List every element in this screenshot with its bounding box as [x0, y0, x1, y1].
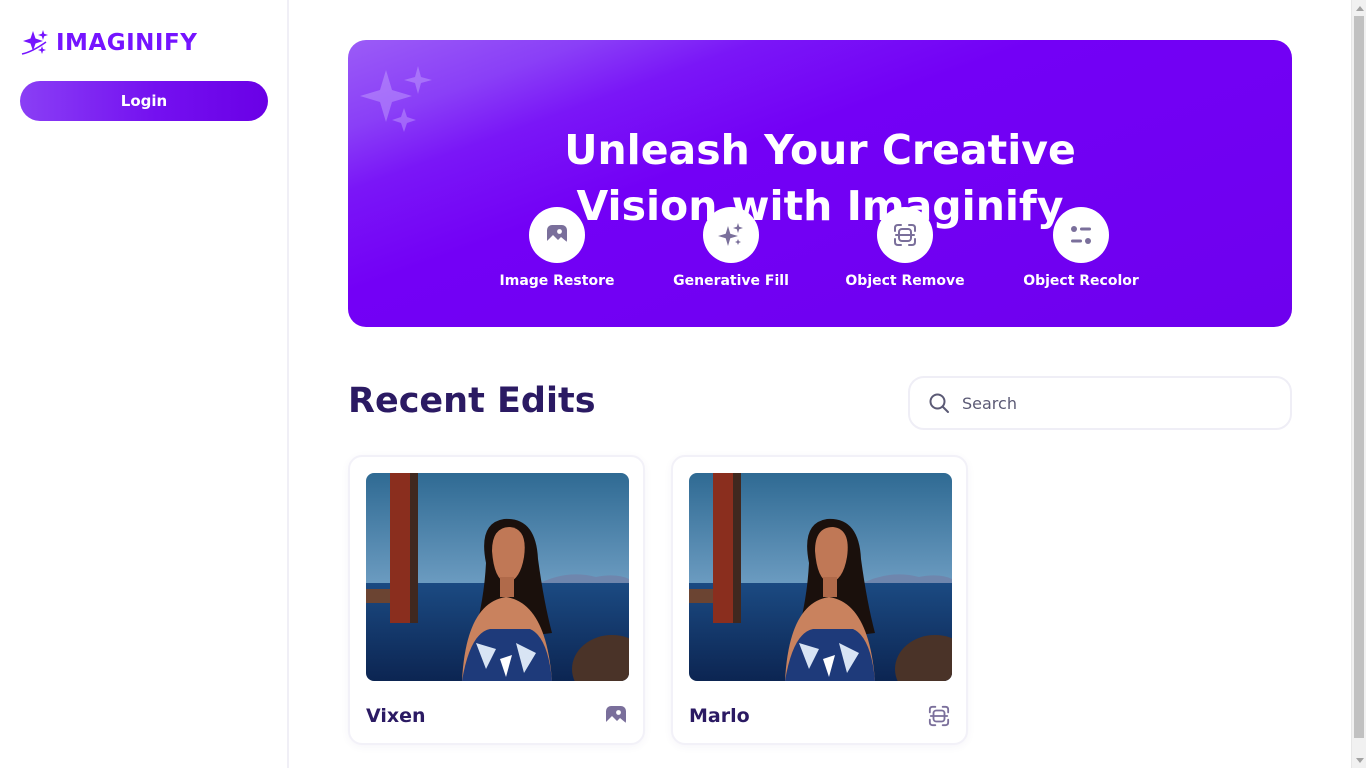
hero-title-line-1: Unleash Your Creative	[564, 126, 1076, 174]
card-thumbnail[interactable]	[366, 473, 629, 681]
image-icon	[606, 706, 626, 726]
feature-object-remove-label: Object Remove	[845, 273, 965, 289]
scroll-down-arrow-icon[interactable]	[1352, 753, 1366, 768]
feature-object-remove-circle	[877, 207, 933, 263]
login-button[interactable]: Login	[20, 81, 268, 121]
page-scrollbar[interactable]	[1351, 0, 1366, 768]
feature-object-recolor-label: Object Recolor	[1023, 273, 1139, 289]
card-thumbnail[interactable]	[689, 473, 952, 681]
sparkles-icon	[718, 223, 743, 246]
hero-banner: Unleash Your Creative Vision with Imagin…	[348, 40, 1292, 327]
feature-generative-fill-label: Generative Fill	[673, 273, 789, 289]
scrollbar-thumb[interactable]	[1354, 16, 1364, 738]
feature-generative-fill-circle	[703, 207, 759, 263]
edit-card-marlo[interactable]: Marlo	[671, 455, 968, 745]
logo-text: IMAGINIFY	[56, 30, 198, 56]
card-title: Marlo	[689, 705, 750, 727]
search-input[interactable]	[962, 393, 1262, 413]
edit-card-vixen[interactable]: Vixen	[348, 455, 645, 745]
card-title: Vixen	[366, 705, 426, 727]
portrait-photo	[366, 473, 629, 681]
logo-sparkles-icon	[21, 30, 48, 55]
app-root: IMAGINIFY Login Unleash Your Creative Vi…	[0, 0, 1366, 768]
feature-object-recolor-circle	[1053, 207, 1109, 263]
search-box[interactable]	[908, 376, 1292, 430]
feature-image-restore[interactable]: Image Restore	[482, 207, 632, 289]
scan-icon	[928, 705, 950, 727]
feature-image-restore-label: Image Restore	[499, 273, 615, 289]
image-icon	[547, 225, 567, 245]
feature-generative-fill[interactable]: Generative Fill	[656, 207, 806, 289]
feature-links: Image Restore Generative Fill Object Rem…	[348, 207, 1292, 307]
scan-icon	[894, 224, 916, 246]
feature-object-recolor[interactable]: Object Recolor	[1006, 207, 1156, 289]
sidebar: IMAGINIFY Login	[0, 0, 289, 768]
search-icon	[929, 393, 949, 413]
filter-icon	[1071, 226, 1091, 244]
portrait-photo	[689, 473, 952, 681]
feature-image-restore-circle	[529, 207, 585, 263]
logo[interactable]: IMAGINIFY	[20, 28, 197, 58]
recent-edits-title: Recent Edits	[348, 381, 596, 421]
scroll-up-arrow-icon[interactable]	[1352, 0, 1366, 15]
feature-object-remove[interactable]: Object Remove	[830, 207, 980, 289]
